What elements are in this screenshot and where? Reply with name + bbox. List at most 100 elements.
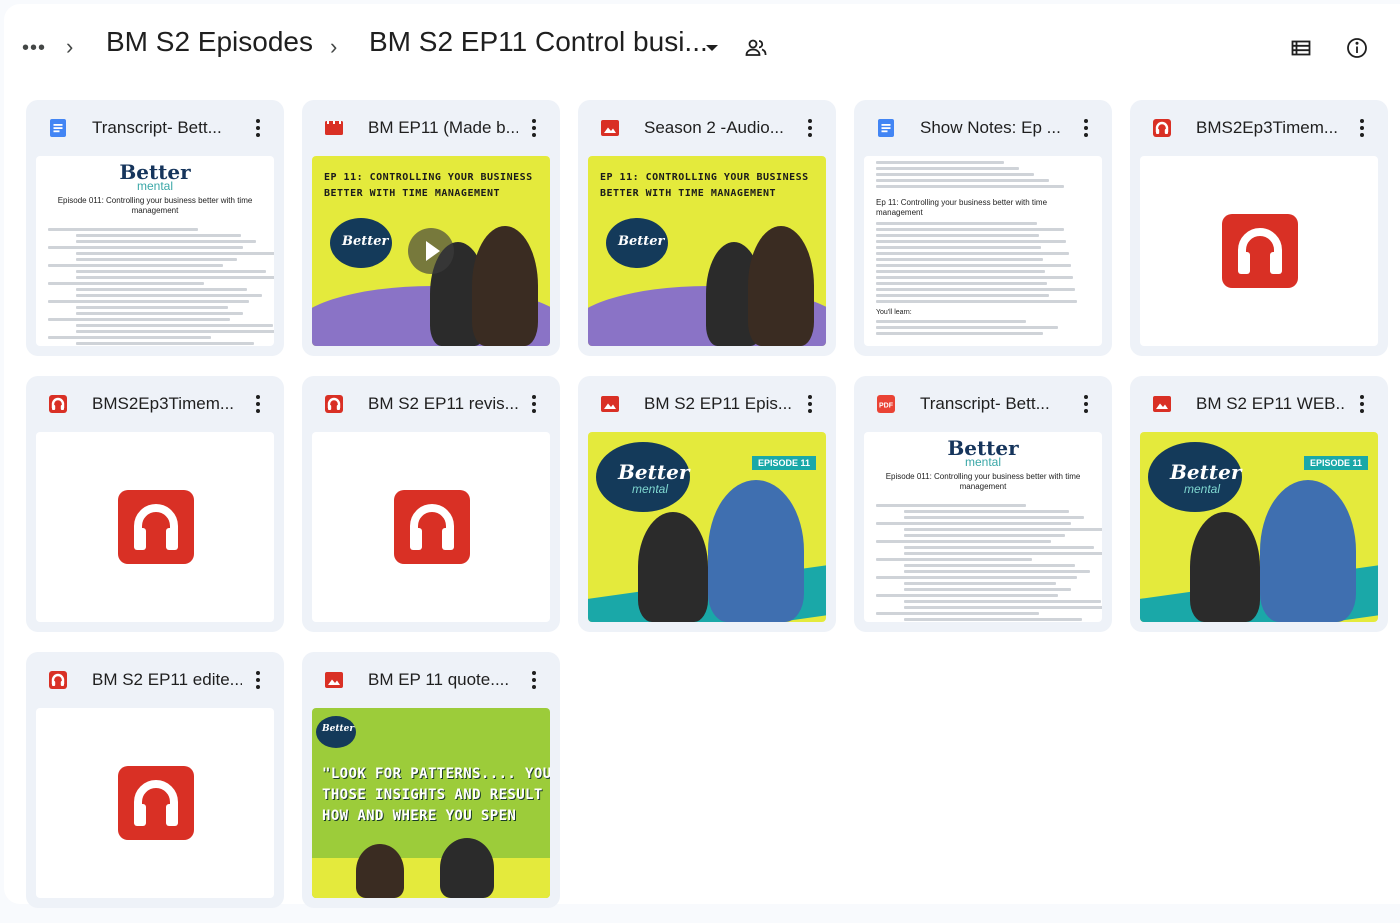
more-actions-icon[interactable] <box>522 114 546 142</box>
file-card[interactable]: BM S2 EP11 Epis... Better mental EPISODE 11 <box>578 376 836 632</box>
breadcrumb-overflow-button[interactable]: ••• <box>16 30 52 66</box>
file-thumbnail[interactable]: Better mental Episode 011: Controlling you… <box>864 432 1102 622</box>
text-line <box>48 264 224 267</box>
more-actions-icon[interactable] <box>246 114 270 142</box>
file-card[interactable]: PDF Transcript- Bett... Better mental Episod… <box>854 376 1112 632</box>
file-thumbnail[interactable]: Better mental EPISODE 11 <box>1140 432 1378 622</box>
file-thumbnail[interactable]: EP 11: CONTROLLING YOUR BUSINESS BETTER … <box>312 156 550 346</box>
list-view-icon[interactable] <box>1285 32 1317 64</box>
file-card[interactable]: Season 2 -Audio... EP 11: CONTROLLING YOU… <box>578 100 836 356</box>
text-line <box>76 312 243 315</box>
info-icon[interactable] <box>1341 32 1373 64</box>
chevron-down-icon[interactable] <box>696 32 728 64</box>
file-card[interactable]: Transcript- Bett... Better mental Episode 0… <box>26 100 284 356</box>
file-card[interactable]: BM S2 EP11 revis... <box>302 376 560 632</box>
file-name[interactable]: BM EP 11 quote.... <box>368 670 518 690</box>
audio-icon <box>394 490 470 564</box>
more-actions-icon[interactable] <box>1350 390 1374 418</box>
people-icon[interactable] <box>740 32 772 64</box>
text-line <box>904 528 1102 531</box>
file-name[interactable]: BM S2 EP11 revis... <box>368 394 518 414</box>
text-line <box>904 600 1101 603</box>
file-name[interactable]: BM S2 EP11 edite... <box>92 670 242 690</box>
host-photo-man <box>472 226 538 346</box>
file-card-header: BM S2 EP11 Epis... <box>578 376 836 432</box>
file-name[interactable]: BM S2 EP11 Epis... <box>644 394 794 414</box>
document-preview: Better mental Episode 011: Controlling you… <box>864 432 1102 622</box>
more-actions-icon[interactable] <box>798 114 822 142</box>
text-line <box>48 282 205 285</box>
file-card[interactable]: BM S2 EP11 WEB... Better mental EPISODE 11 <box>1130 376 1388 632</box>
episode-badge: EPISODE 11 <box>751 456 816 470</box>
file-name[interactable]: Transcript- Bett... <box>920 394 1070 414</box>
file-name[interactable]: BMS2Ep3Timem... <box>1196 118 1346 138</box>
more-actions-icon[interactable] <box>522 390 546 418</box>
file-thumbnail[interactable]: EP 11: CONTROLLING YOUR BUSINESS BETTER … <box>588 156 826 346</box>
text-line <box>904 588 1071 591</box>
text-line <box>876 332 1043 335</box>
file-card[interactable]: BM EP11 (Made b... EP 11: CONTROLLING YOU… <box>302 100 560 356</box>
file-thumbnail[interactable]: Better mental Episode 011: Controlling you… <box>36 156 274 346</box>
play-icon[interactable] <box>408 228 454 274</box>
text-line <box>48 300 250 303</box>
file-name[interactable]: Show Notes: Ep ... <box>920 118 1070 138</box>
text-line <box>876 264 1071 267</box>
file-card[interactable]: BMS2Ep3Timem... <box>26 376 284 632</box>
text-line <box>876 612 1039 615</box>
more-actions-icon[interactable] <box>246 390 270 418</box>
file-card-header: BM EP 11 quote.... <box>302 652 560 708</box>
file-name[interactable]: BMS2Ep3Timem... <box>92 394 242 414</box>
text-line <box>876 167 1020 170</box>
text-line <box>876 185 1065 188</box>
more-actions-icon[interactable] <box>1350 114 1374 142</box>
yellow-band <box>312 858 550 898</box>
more-actions-icon[interactable] <box>522 666 546 694</box>
file-card-header: BM S2 EP11 revis... <box>302 376 560 432</box>
text-line <box>904 606 1102 609</box>
file-thumbnail[interactable]: Ep 11: Controlling your business better … <box>864 156 1102 346</box>
logo-subtext: mental <box>632 482 669 496</box>
text-line <box>904 582 1056 585</box>
more-actions-icon[interactable] <box>1074 114 1098 142</box>
file-name[interactable]: BM S2 EP11 WEB... <box>1196 394 1346 414</box>
file-thumbnail[interactable] <box>1140 156 1378 346</box>
text-line <box>76 330 274 333</box>
file-thumbnail[interactable] <box>36 708 274 898</box>
file-name[interactable]: BM EP11 (Made b... <box>368 118 518 138</box>
text-line <box>876 222 1037 225</box>
audio-icon <box>118 490 194 564</box>
file-name[interactable]: Transcript- Bett... <box>92 118 242 138</box>
more-actions-icon[interactable] <box>798 390 822 418</box>
file-thumbnail[interactable] <box>312 432 550 622</box>
text-line <box>876 540 1052 543</box>
text-line <box>876 252 1069 255</box>
text-line <box>76 276 274 279</box>
host-photo-woman <box>1190 512 1260 622</box>
notes-heading: Ep 11: Controlling your business better … <box>876 198 1048 217</box>
logo-text: Better <box>322 724 355 734</box>
more-actions-icon[interactable] <box>1074 390 1098 418</box>
text-line <box>876 240 1067 243</box>
folder-header: ••• › BM S2 Episodes › BM S2 EP11 Contro… <box>4 4 1400 94</box>
file-thumbnail[interactable] <box>36 432 274 622</box>
breadcrumb-current-folder[interactable]: BM S2 EP11 Control busi... <box>369 26 708 58</box>
text-line <box>76 342 254 345</box>
file-card[interactable]: Show Notes: Ep ... Ep 11: Controlling you… <box>854 100 1112 356</box>
audio-icon <box>118 766 194 840</box>
quote-artwork: Better "LOOK FOR PATTERNS.... YOU THOSE IN… <box>312 708 550 898</box>
file-card[interactable]: BM EP 11 quote.... Better "LOOK FOR PATTER… <box>302 652 560 908</box>
file-card[interactable]: BM S2 EP11 edite... <box>26 652 284 908</box>
text-line <box>904 552 1102 555</box>
logo-subtext: mental <box>964 455 1002 469</box>
text-line <box>76 270 267 273</box>
file-card[interactable]: BMS2Ep3Timem... <box>1130 100 1388 356</box>
text-line <box>876 270 1046 273</box>
more-actions-icon[interactable] <box>246 666 270 694</box>
text-line <box>904 534 1065 537</box>
file-thumbnail[interactable]: Better mental EPISODE 11 <box>588 432 826 622</box>
file-thumbnail[interactable]: Better "LOOK FOR PATTERNS.... YOU THOSE IN… <box>312 708 550 898</box>
file-name[interactable]: Season 2 -Audio... <box>644 118 794 138</box>
file-card-header: BMS2Ep3Timem... <box>1130 100 1388 156</box>
breadcrumb-separator-icon: › <box>330 34 338 59</box>
breadcrumb-parent-folder[interactable]: BM S2 Episodes <box>106 26 313 58</box>
